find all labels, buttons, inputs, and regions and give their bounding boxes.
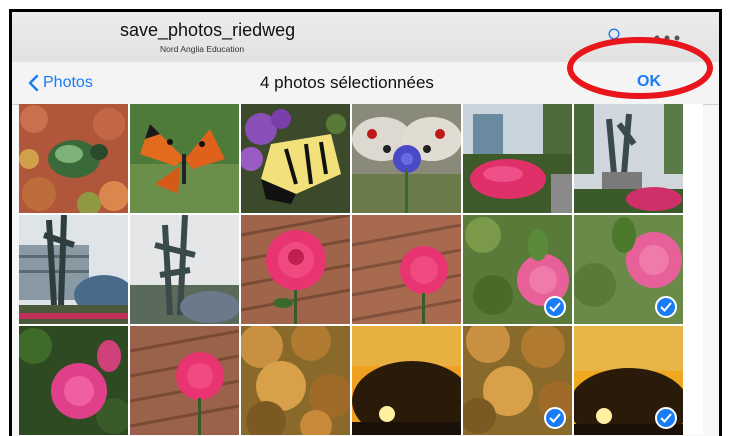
photo-thumbnail[interactable] [241,104,350,213]
rose-wood-photo [352,215,461,324]
title-bar: save_photos_riedweg Nord Anglia Educatio… [12,12,719,63]
photo-thumbnail[interactable] [463,104,572,213]
photo-thumbnail[interactable] [130,326,239,435]
photo-thumbnail[interactable] [463,215,572,324]
search-icon[interactable] [608,28,622,42]
photo-thumbnail[interactable] [352,104,461,213]
photo-thumbnail[interactable] [574,215,683,324]
sculpture-building-photo [19,215,128,324]
photo-thumbnail[interactable] [574,104,683,213]
chevron-left-icon [28,74,39,92]
back-button[interactable]: Photos [28,70,93,96]
selected-checkmark-icon [544,407,566,429]
photo-thumbnail[interactable] [19,326,128,435]
rose-wood-photo [130,326,239,435]
photo-thumbnail[interactable] [352,326,461,435]
ok-button[interactable]: OK [637,73,661,91]
photo-thumbnail[interactable] [463,326,572,435]
app-subtitle: Nord Anglia Education [160,44,245,54]
more-icon[interactable] [653,35,681,41]
photo-grid [19,104,703,435]
app-title: save_photos_riedweg [120,20,296,40]
photo-thumbnail[interactable] [574,326,683,435]
app-window: save_photos_riedweg Nord Anglia Educatio… [9,9,722,436]
back-button-label: Photos [43,74,93,91]
rose-bush-photo [19,326,128,435]
swallowtail-photo [241,104,350,213]
photo-thumbnail[interactable] [130,215,239,324]
photo-thumbnail[interactable] [130,104,239,213]
selection-count-title: 4 photos sélectionnées [260,73,434,92]
selected-checkmark-icon [655,296,677,318]
photo-thumbnail[interactable] [19,215,128,324]
sunset-photo [352,326,461,435]
photo-thumbnail[interactable] [241,326,350,435]
navigation-bar: Photos 4 photos sélectionnées OK [12,62,719,105]
photo-thumbnail[interactable] [241,215,350,324]
fountain-photo [463,104,572,213]
sculpture-sky-photo [130,215,239,324]
photo-thumbnail[interactable] [19,104,128,213]
selected-checkmark-icon [544,296,566,318]
rose-wood-photo [241,215,350,324]
statue-photo [574,104,683,213]
butterfly-photo [130,104,239,213]
beetle-photo [19,104,128,213]
selected-checkmark-icon [655,407,677,429]
photo-thumbnail[interactable] [352,215,461,324]
autumn-tree-photo [241,326,350,435]
apollo-butterfly-photo [352,104,461,213]
